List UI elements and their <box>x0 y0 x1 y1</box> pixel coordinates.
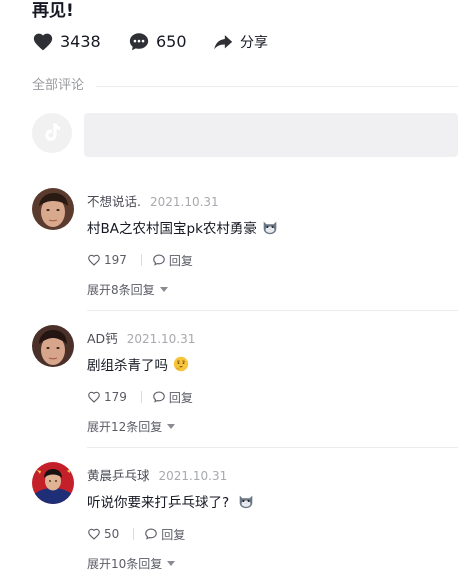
reply-label: 回复 <box>168 390 193 405</box>
like-button[interactable]: 3438 <box>32 31 128 53</box>
avatar[interactable] <box>32 462 74 504</box>
expand-replies-label: 展开12条回复 <box>87 420 163 434</box>
reply-button[interactable]: 回复 <box>152 389 193 406</box>
commenter-name[interactable]: 不想说话. <box>87 191 141 210</box>
comment-divider <box>87 447 458 448</box>
reply-label: 回复 <box>161 527 186 542</box>
expand-replies-button[interactable]: 展开10条回复 <box>87 555 176 572</box>
caret-down-icon <box>159 287 168 292</box>
comment-like-button[interactable]: 197 <box>87 253 127 267</box>
thinking-face-emoji-icon <box>173 356 189 372</box>
comment-date: 2021.10.31 <box>158 469 228 483</box>
expand-replies-label: 展开8条回复 <box>87 283 155 297</box>
share-icon <box>214 35 233 50</box>
share-label: 分享 <box>240 35 268 51</box>
heart-icon <box>33 33 53 51</box>
comment-date: 2021.10.31 <box>149 195 219 209</box>
heart-outline-icon <box>88 254 100 266</box>
comment-date: 2021.10.31 <box>126 332 196 346</box>
action-separator <box>133 528 135 540</box>
action-separator <box>140 254 142 266</box>
reply-label: 回复 <box>168 253 193 268</box>
all-comments-label: 全部评论 <box>32 78 85 93</box>
reply-bubble-icon <box>145 528 158 540</box>
heart-outline-icon <box>88 528 100 540</box>
section-divider <box>96 86 458 87</box>
expand-replies-button[interactable]: 展开8条回复 <box>87 281 168 298</box>
comment-button[interactable]: 650 <box>128 31 212 53</box>
video-action-bar: 3438 650 分享 <box>32 30 268 54</box>
avatar[interactable] <box>32 188 74 230</box>
app-logo-icon <box>45 123 61 141</box>
reply-button[interactable]: 回复 <box>144 526 185 543</box>
expand-replies-label: 展开10条回复 <box>87 557 163 571</box>
cat-face-emoji-icon <box>239 495 253 509</box>
avatar[interactable] <box>32 325 74 367</box>
action-separator <box>140 391 142 403</box>
current-user-avatar <box>32 113 72 153</box>
commenter-name[interactable]: 黄晨乒乓球 <box>87 465 150 484</box>
caret-down-icon <box>167 424 176 429</box>
comment-like-count: 179 <box>104 390 127 404</box>
commenter-name[interactable]: AD钙 <box>87 328 118 347</box>
caret-down-icon <box>167 561 176 566</box>
comment-like-button[interactable]: 179 <box>87 390 127 404</box>
comment-like-button[interactable]: 50 <box>87 527 119 541</box>
comment-like-count: 197 <box>104 253 127 267</box>
comment-text: 听说你要来打乒乓球了? <box>87 495 230 511</box>
reply-bubble-icon <box>153 391 165 403</box>
reply-button[interactable]: 回复 <box>152 252 193 269</box>
like-count: 3438 <box>60 32 101 51</box>
comment-text: 剧组杀青了吗 <box>87 358 168 374</box>
comment-like-count: 50 <box>104 527 120 541</box>
expand-replies-button[interactable]: 展开12条回复 <box>87 418 176 435</box>
share-button[interactable]: 分享 <box>212 31 268 53</box>
cat-face-emoji-icon <box>263 221 277 235</box>
reply-bubble-icon <box>153 254 165 266</box>
comment-input[interactable] <box>84 113 458 157</box>
comment-text: 村BA之农村国宝pk农村勇豪 <box>87 221 257 237</box>
video-title: 再见! <box>32 1 74 21</box>
comment-divider <box>87 310 458 311</box>
comment-count: 650 <box>156 32 187 51</box>
heart-outline-icon <box>88 391 100 403</box>
comment-icon <box>129 33 149 51</box>
